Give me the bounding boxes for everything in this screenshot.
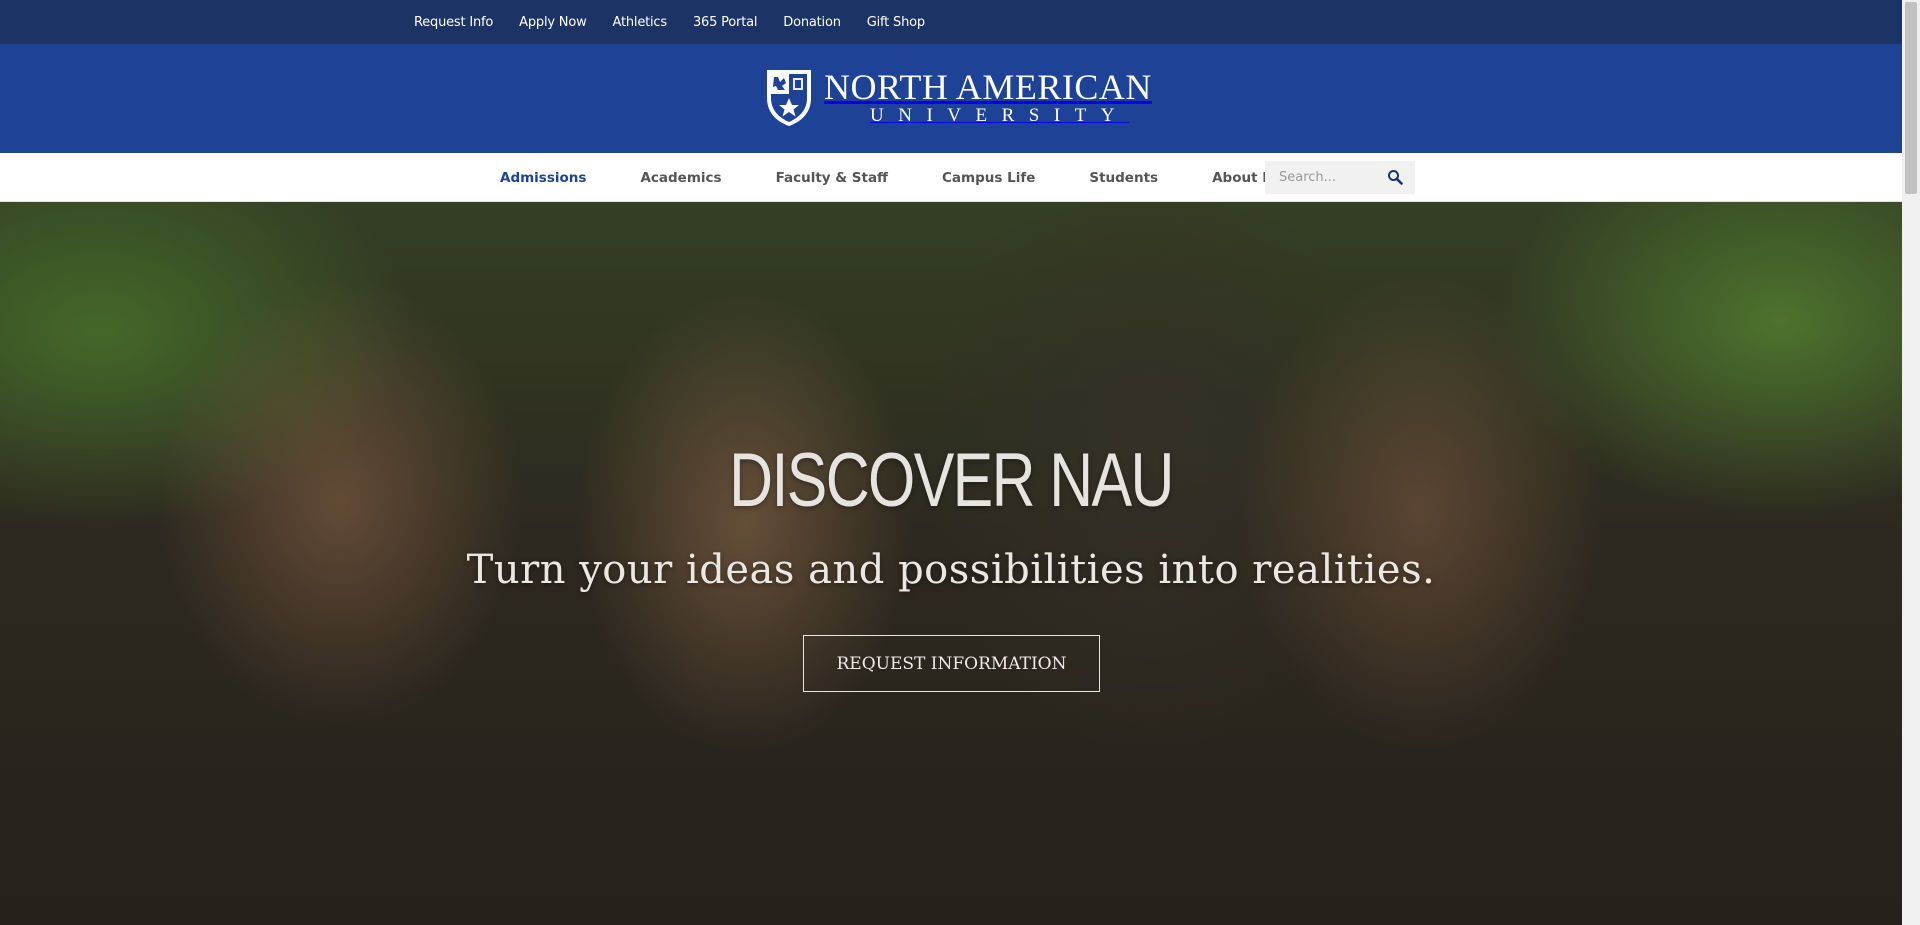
utility-link-apply-now[interactable]: Apply Now bbox=[519, 15, 587, 30]
utility-link-donation[interactable]: Donation bbox=[783, 15, 841, 30]
hero-title: DISCOVER NAU bbox=[729, 438, 1174, 523]
logo-line-north-american: NORTH AMERICAN bbox=[824, 67, 1152, 107]
search-input[interactable] bbox=[1265, 161, 1375, 194]
main-navigation: Admissions Academics Faculty & Staff Cam… bbox=[0, 153, 1902, 202]
utility-link-365-portal[interactable]: 365 Portal bbox=[693, 15, 757, 30]
utility-link-athletics[interactable]: Athletics bbox=[613, 15, 668, 30]
nav-item-academics[interactable]: Academics bbox=[640, 170, 721, 186]
search-box bbox=[1265, 161, 1415, 194]
main-nav-items: Admissions Academics Faculty & Staff Cam… bbox=[500, 153, 1349, 202]
utility-nav: Request Info Apply Now Athletics 365 Por… bbox=[414, 0, 925, 44]
nav-item-admissions[interactable]: Admissions bbox=[500, 170, 586, 186]
site-header: NORTH AMERICAN UNIVERSITY bbox=[0, 44, 1902, 153]
nav-item-campus-life[interactable]: Campus Life bbox=[942, 170, 1035, 186]
search-icon[interactable] bbox=[1387, 169, 1403, 185]
utility-link-request-info[interactable]: Request Info bbox=[414, 15, 493, 30]
utility-bar: Request Info Apply Now Athletics 365 Por… bbox=[0, 0, 1902, 44]
logo-wordmark: NORTH AMERICAN UNIVERSITY bbox=[824, 69, 1152, 127]
page-scrollbar[interactable] bbox=[1902, 0, 1920, 925]
request-information-button[interactable]: REQUEST INFORMATION bbox=[803, 635, 1100, 692]
scrollbar-thumb[interactable] bbox=[1905, 2, 1917, 194]
hero-subtitle: Turn your ideas and possibilities into r… bbox=[466, 547, 1436, 593]
logo-line-university: UNIVERSITY bbox=[870, 105, 1129, 126]
nav-item-students[interactable]: Students bbox=[1089, 170, 1158, 186]
university-logo[interactable]: NORTH AMERICAN UNIVERSITY bbox=[764, 68, 1151, 128]
utility-link-gift-shop[interactable]: Gift Shop bbox=[867, 15, 925, 30]
hero-banner: DISCOVER NAU Turn your ideas and possibi… bbox=[0, 202, 1902, 925]
shield-crest-icon bbox=[767, 70, 811, 126]
nav-item-faculty-staff[interactable]: Faculty & Staff bbox=[776, 170, 888, 186]
